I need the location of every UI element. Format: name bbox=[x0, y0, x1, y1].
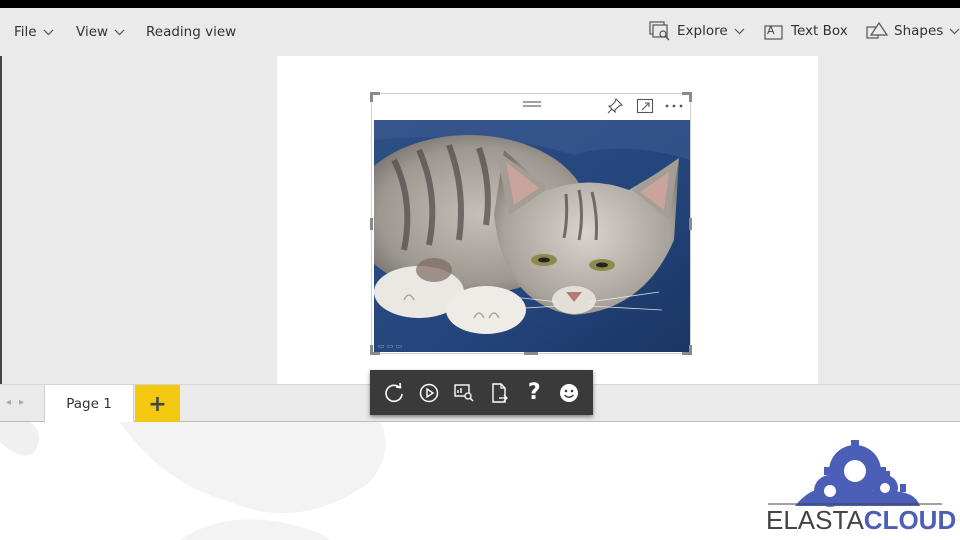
explore-label: Explore bbox=[677, 23, 728, 39]
feedback-button[interactable] bbox=[556, 380, 582, 406]
resize-handle[interactable] bbox=[689, 92, 692, 102]
text-box-label: Text Box bbox=[791, 23, 848, 39]
shapes-label: Shapes bbox=[894, 23, 944, 39]
reading-view-button[interactable]: Reading view bbox=[146, 24, 236, 40]
shapes-icon bbox=[866, 21, 888, 39]
resize-handle[interactable] bbox=[370, 345, 373, 355]
view-menu[interactable]: View bbox=[76, 24, 125, 40]
tab-page-1-label: Page 1 bbox=[66, 396, 112, 412]
chevron-down-icon bbox=[734, 28, 745, 34]
help-button[interactable]: ? bbox=[521, 380, 547, 406]
floating-toolbar: ? bbox=[370, 370, 593, 415]
smiley-icon bbox=[560, 383, 579, 402]
file-menu[interactable]: File bbox=[14, 24, 54, 40]
export-button[interactable] bbox=[486, 380, 512, 406]
logo-text-cloud: CLOUD bbox=[863, 505, 957, 535]
resize-handle[interactable] bbox=[689, 345, 692, 355]
resize-handle[interactable] bbox=[370, 92, 373, 102]
more-options-icon[interactable] bbox=[664, 103, 684, 109]
view-menu-label: View bbox=[76, 24, 109, 40]
visual-header bbox=[372, 94, 690, 118]
report-explore-icon bbox=[454, 383, 474, 402]
reading-view-label: Reading view bbox=[146, 24, 237, 40]
kitten-image: ▭ ▭ ▭ bbox=[374, 120, 690, 352]
pin-icon[interactable] bbox=[606, 97, 624, 115]
page-export-icon bbox=[492, 382, 508, 403]
file-menu-label: File bbox=[14, 24, 37, 40]
refresh-button[interactable] bbox=[381, 380, 407, 406]
explore-icon bbox=[649, 21, 670, 41]
play-button[interactable] bbox=[416, 380, 442, 406]
svg-text:▭ ▭ ▭: ▭ ▭ ▭ bbox=[378, 342, 402, 350]
tab-page-1[interactable]: Page 1 bbox=[44, 385, 134, 423]
logo-wordmark: ELASTACLOUD bbox=[766, 505, 956, 536]
plus-icon: + bbox=[148, 391, 167, 417]
add-page-button[interactable]: + bbox=[135, 385, 180, 423]
svg-text:A: A bbox=[767, 24, 775, 37]
explore-menu[interactable]: Explore bbox=[649, 21, 745, 41]
resize-handle[interactable] bbox=[370, 218, 373, 230]
focus-mode-icon[interactable] bbox=[636, 97, 654, 115]
drag-handle-icon[interactable] bbox=[522, 100, 542, 110]
resize-handle[interactable] bbox=[689, 218, 692, 230]
explore-data-button[interactable] bbox=[451, 380, 477, 406]
help-icon: ? bbox=[527, 380, 541, 405]
ribbon: File View Reading view Explore A Text Bo… bbox=[0, 8, 960, 56]
refresh-icon bbox=[384, 382, 403, 402]
background-gear-shape bbox=[0, 422, 386, 540]
chevron-down-icon bbox=[114, 29, 125, 35]
logo-text-elasta: ELASTA bbox=[766, 505, 864, 535]
window-top-bar bbox=[0, 0, 960, 8]
chevron-down-icon bbox=[43, 29, 54, 35]
chevron-down-icon bbox=[949, 28, 960, 34]
text-box-icon: A bbox=[764, 24, 783, 40]
tab-scroll-arrows[interactable]: ◂▸ bbox=[6, 397, 32, 408]
kitten-photo: ▭ ▭ ▭ bbox=[374, 120, 690, 352]
image-visual[interactable]: ▭ ▭ ▭ bbox=[370, 92, 692, 355]
text-box-button[interactable]: A Text Box bbox=[763, 21, 848, 41]
resize-handle[interactable] bbox=[524, 352, 538, 355]
play-circle-icon bbox=[419, 383, 438, 402]
shapes-menu[interactable]: Shapes bbox=[866, 21, 960, 41]
